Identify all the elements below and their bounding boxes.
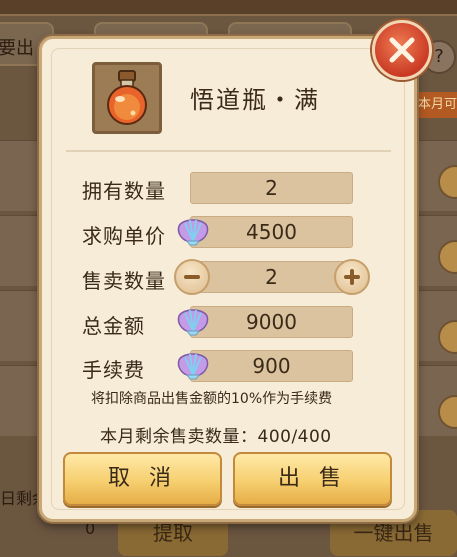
item-name: 悟道瓶・满 <box>190 86 320 114</box>
decrease-button[interactable] <box>174 259 210 295</box>
cancel-button[interactable]: 取 消 <box>63 452 222 506</box>
increase-button[interactable] <box>334 259 370 295</box>
shell-icon <box>177 219 209 246</box>
item-slot <box>92 62 162 134</box>
sell-button[interactable]: 出 售 <box>233 452 392 506</box>
monthly-remaining: 本月剩余售卖数量：400/400 <box>100 427 332 447</box>
total-amount-label: 总金额 <box>82 314 145 338</box>
owned-quantity-label: 拥有数量 <box>82 179 166 203</box>
owned-quantity-value: 2 <box>190 172 353 204</box>
divider <box>66 150 391 152</box>
close-button[interactable] <box>372 20 432 80</box>
sell-quantity-value[interactable]: 2 <box>190 261 353 293</box>
unit-price-value: 4500 <box>190 216 353 248</box>
unit-price-label: 求购单价 <box>82 224 166 248</box>
fee-value: 900 <box>190 350 353 382</box>
bottle-icon <box>107 70 147 125</box>
shell-icon <box>177 309 209 336</box>
minus-icon <box>184 275 200 279</box>
tab-sell-label: 要出 <box>0 38 34 59</box>
plus-icon <box>344 269 360 285</box>
fee-label: 手续费 <box>82 358 145 382</box>
close-icon <box>389 37 415 63</box>
total-amount-value: 9000 <box>190 306 353 338</box>
shell-icon <box>177 353 209 380</box>
fee-notice: 将扣除商品出售金额的10%作为手续费 <box>91 391 333 407</box>
monthly-column-header: 本月可 <box>412 92 457 118</box>
sell-quantity-label: 售卖数量 <box>82 269 166 293</box>
